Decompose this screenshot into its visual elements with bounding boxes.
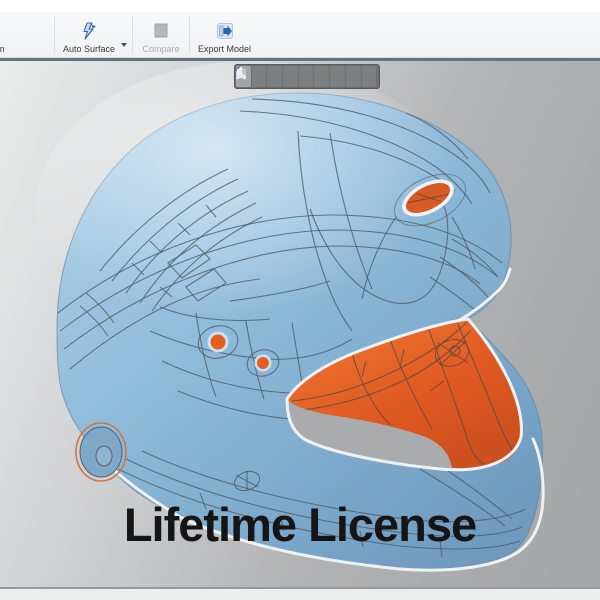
bottom-view-icon[interactable] (236, 66, 345, 87)
export-model-button[interactable]: Export Model (192, 12, 257, 57)
auto-surface-label: Auto Surface (63, 44, 116, 54)
compare-sheet-icon (152, 20, 170, 42)
back-view-icon[interactable] (237, 66, 283, 87)
lightning-bolt-icon (79, 20, 99, 42)
partial-tool-label: m (0, 44, 5, 54)
app-window: m Auto Surface Compare Export Model Life… (0, 0, 600, 600)
partial-tool-button[interactable]: m (0, 12, 52, 57)
window-bottom-strip (0, 587, 600, 600)
isometric-view-icon[interactable] (237, 66, 361, 87)
model-viewport-canvas[interactable]: Lifetime License (0, 61, 600, 587)
axis-triad-icon[interactable] (236, 66, 377, 87)
ribbon-toolbar: m Auto Surface Compare Export Model (0, 12, 600, 58)
chevron-down-icon (121, 43, 128, 47)
compare-button[interactable]: Compare (135, 12, 187, 57)
export-arrow-icon (215, 20, 235, 42)
export-model-label: Export Model (198, 44, 252, 54)
left-view-icon[interactable] (240, 66, 314, 87)
license-watermark-text: Lifetime License (123, 498, 477, 551)
top-view-icon[interactable] (236, 66, 330, 87)
auto-surface-dropdown[interactable] (121, 12, 130, 57)
auto-surface-button[interactable]: Auto Surface (57, 12, 121, 57)
shell-highlight (35, 61, 465, 361)
chin-boss (75, 422, 127, 482)
ribbon-separator (54, 16, 55, 53)
right-view-icon[interactable] (238, 66, 298, 87)
compare-label: Compare (142, 44, 180, 54)
view-preset-toolbar (234, 64, 380, 89)
front-view-icon[interactable] (236, 66, 267, 87)
ribbon-separator (189, 16, 191, 53)
ribbon-tab-strip (0, 0, 600, 12)
ribbon-separator (132, 16, 134, 53)
